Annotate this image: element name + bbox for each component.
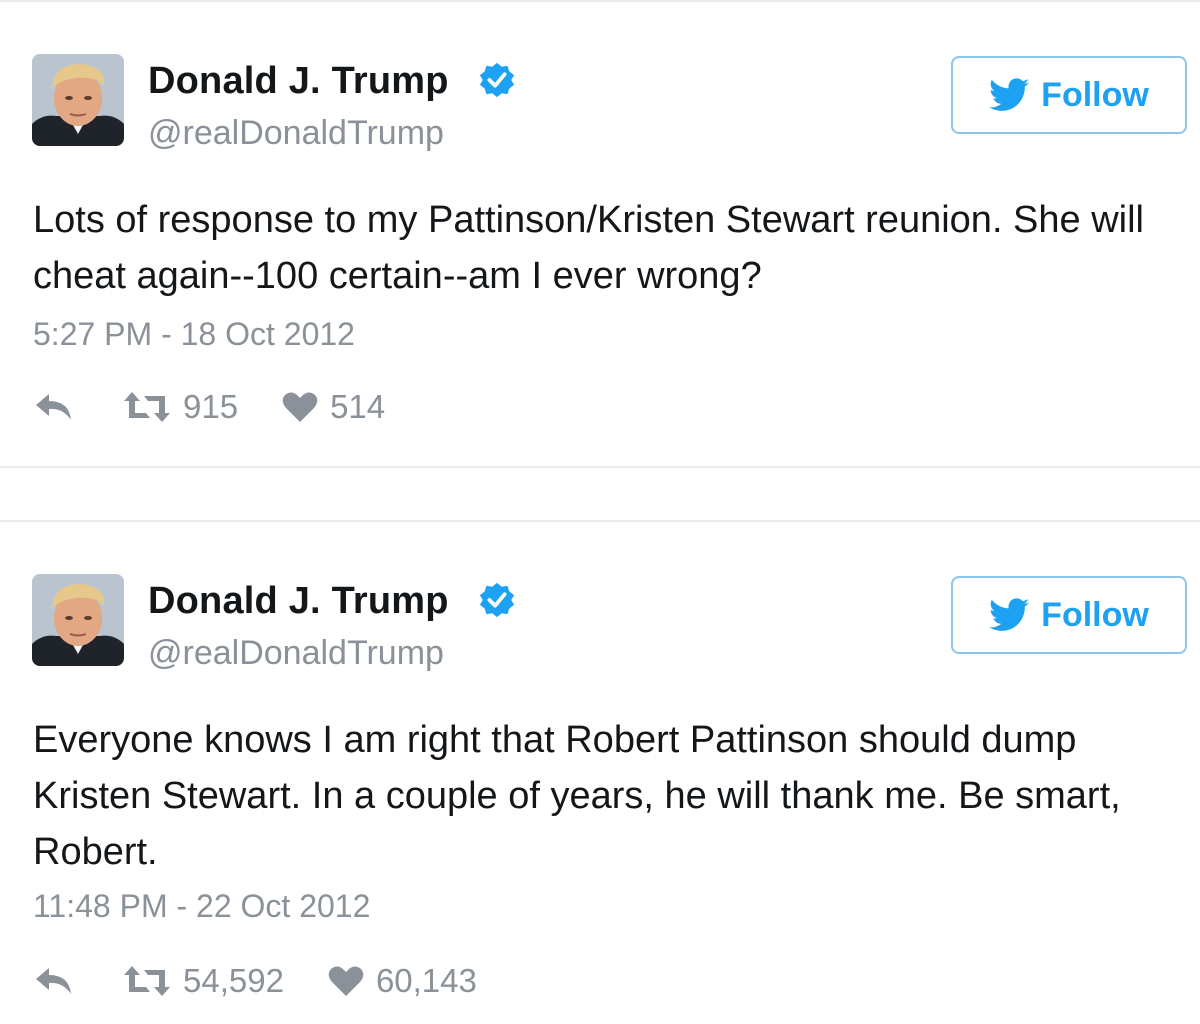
follow-label: Follow [1041, 595, 1149, 634]
reply-button[interactable] [33, 390, 123, 424]
like-button[interactable]: 60,143 [328, 962, 477, 1000]
verified-badge-icon [479, 582, 515, 618]
like-button[interactable]: 514 [282, 388, 385, 426]
reply-icon [36, 394, 71, 420]
follow-button[interactable]: Follow [951, 576, 1187, 654]
heart-icon [282, 392, 318, 422]
avatar[interactable] [32, 54, 124, 146]
twitter-bird-icon [989, 598, 1030, 631]
like-count: 514 [330, 388, 386, 425]
retweet-count: 54,592 [183, 962, 284, 999]
twitter-bird-icon [989, 78, 1030, 111]
retweet-button[interactable]: 54,592 [123, 962, 284, 1000]
retweet-button[interactable]: 915 [123, 388, 238, 426]
tweet-actions: 915 514 [33, 384, 385, 430]
author-name[interactable]: Donald J. Trump [148, 60, 449, 103]
tweet-text: Lots of response to my Pattinson/Kristen… [33, 199, 1144, 297]
retweet-icon [124, 966, 170, 996]
verified-badge-icon [479, 62, 515, 98]
author-handle[interactable]: @realDonaldTrump [148, 634, 444, 673]
heart-icon [328, 966, 364, 996]
avatar[interactable] [32, 574, 124, 666]
tweet-text: Everyone knows I am right that Robert Pa… [33, 719, 1121, 873]
follow-label: Follow [1041, 75, 1149, 114]
author-name[interactable]: Donald J. Trump [148, 580, 449, 623]
reply-button[interactable] [33, 964, 123, 998]
retweet-count: 915 [183, 388, 239, 425]
divider [0, 466, 1200, 468]
follow-button[interactable]: Follow [951, 56, 1187, 134]
avatar-image [32, 54, 124, 146]
reply-icon [36, 968, 71, 994]
author-handle[interactable]: @realDonaldTrump [148, 114, 444, 153]
tweet-actions: 54,592 60,143 [33, 958, 477, 1004]
tweet-timestamp[interactable]: 11:48 PM - 22 Oct 2012 [33, 888, 370, 925]
retweet-icon [124, 392, 170, 422]
tweet-card: Donald J. Trump @realDonaldTrump Follow … [0, 0, 1200, 466]
tweet-card: Donald J. Trump @realDonaldTrump Follow … [0, 520, 1200, 1024]
like-count: 60,143 [375, 962, 477, 999]
avatar-image [32, 574, 124, 666]
tweet-timestamp[interactable]: 5:27 PM - 18 Oct 2012 [33, 316, 355, 353]
